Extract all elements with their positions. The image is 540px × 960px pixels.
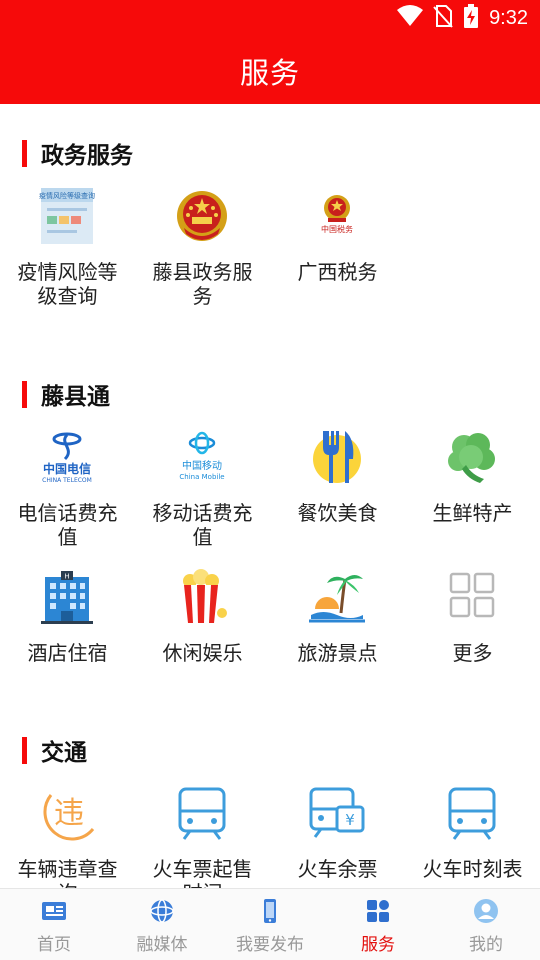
- violation-glyph: 违: [54, 796, 84, 831]
- tab-mine[interactable]: 我的: [432, 889, 540, 960]
- section-title-text: 交通: [41, 740, 87, 766]
- status-time: 9:32: [489, 6, 528, 29]
- section-title-tengxian: 藤县通: [22, 379, 110, 410]
- tab-label: 首页: [37, 935, 71, 955]
- national-emblem-icon: [174, 188, 230, 244]
- service-guangxi-tax[interactable]: 中国税务 广西税务: [270, 188, 405, 318]
- service-train-ticket-sale-time[interactable]: 火车票起售时间: [135, 785, 270, 888]
- status-icons: 9:32: [397, 4, 528, 32]
- services-content[interactable]: 政务服务 疫情风险等级查询 疫情风险等级查询 藤县政务服务 中国税务 广西税务 …: [0, 104, 540, 888]
- bottom-tab-bar: 首页 融媒体 我要发布 服务 我的: [0, 888, 540, 960]
- section-title-gov: 政务服务: [22, 138, 133, 169]
- service-label: 藤县政务服务: [152, 260, 253, 308]
- status-bar: 9:32: [0, 0, 540, 36]
- service-fresh-produce[interactable]: 生鲜特产: [405, 429, 540, 559]
- section-title-traffic: 交通: [22, 735, 87, 766]
- service-train-remaining-tickets[interactable]: ¥ 火车余票: [270, 785, 405, 888]
- tab-home[interactable]: 首页: [0, 889, 108, 960]
- section-title-text: 藤县通: [41, 384, 110, 410]
- service-telecom-recharge[interactable]: 中国电信 CHINA TELECOM 电信话费充值: [0, 429, 135, 559]
- popcorn-icon: [174, 569, 230, 625]
- service-label: 旅游景点: [297, 641, 378, 665]
- service-tengxian-gov[interactable]: 藤县政务服务: [135, 188, 270, 318]
- hotel-sign-text: H: [64, 573, 69, 581]
- service-more[interactable]: 更多: [405, 569, 540, 699]
- island-icon: [309, 569, 365, 625]
- section-accent-bar: [22, 736, 27, 764]
- wifi-icon: [397, 5, 424, 31]
- service-label: 酒店住宿: [27, 641, 108, 665]
- tab-label: 融媒体: [136, 935, 188, 955]
- service-label: 火车时刻表: [422, 857, 523, 881]
- epidemic-risk-query-icon: 疫情风险等级查询: [39, 188, 95, 244]
- section-accent-bar: [22, 139, 27, 167]
- tax-seal-text: 中国税务: [321, 224, 353, 234]
- service-label: 更多: [452, 641, 493, 665]
- tab-services[interactable]: 服务: [324, 889, 432, 960]
- service-hotel[interactable]: H 酒店住宿: [0, 569, 135, 699]
- train-icon: [444, 785, 500, 841]
- china-mobile-icon: 中国移动 China Mobile: [174, 429, 230, 485]
- mobile-logo-cn: 中国移动: [182, 459, 222, 472]
- tab-publish[interactable]: 我要发布: [216, 889, 324, 960]
- service-label: 休闲娱乐: [162, 641, 243, 665]
- service-label: 疫情风险等级查询: [17, 260, 118, 308]
- globe-icon: [149, 898, 175, 924]
- phone-icon: [257, 898, 283, 924]
- news-icon: [41, 898, 67, 924]
- user-icon: [473, 898, 499, 924]
- page-title: 服务: [239, 56, 300, 90]
- service-label: 火车票起售时间: [152, 857, 253, 888]
- tax-emblem-icon: 中国税务: [309, 188, 365, 244]
- ticket-yen-glyph: ¥: [345, 811, 355, 829]
- service-entertainment[interactable]: 休闲娱乐: [135, 569, 270, 699]
- battery-charging-icon: [463, 4, 479, 32]
- service-label: 车辆违章查询: [17, 857, 118, 888]
- hotel-icon: H: [39, 569, 95, 625]
- tab-label: 我要发布: [236, 935, 304, 955]
- service-mobile-recharge[interactable]: 中国移动 China Mobile 移动话费充值: [135, 429, 270, 559]
- more-grid-icon: [444, 569, 500, 625]
- service-label: 广西税务: [297, 260, 378, 284]
- service-label: 生鲜特产: [432, 501, 513, 525]
- service-label: 电信话费充值: [17, 501, 118, 549]
- no-sim-icon: [433, 4, 453, 32]
- service-catering[interactable]: 餐饮美食: [270, 429, 405, 559]
- grid-icon: [365, 898, 391, 924]
- tab-label: 服务: [361, 935, 395, 955]
- service-label: 移动话费充值: [152, 501, 253, 549]
- traffic-violation-icon: 违: [39, 785, 95, 841]
- train-ticket-icon: ¥: [309, 785, 365, 841]
- service-label: 火车余票: [297, 857, 378, 881]
- train-icon: [174, 785, 230, 841]
- tab-label: 我的: [469, 935, 503, 955]
- china-telecom-icon: 中国电信 CHINA TELECOM: [39, 429, 95, 485]
- service-label: 餐饮美食: [297, 501, 378, 525]
- telecom-logo-en: CHINA TELECOM: [42, 477, 92, 484]
- fork-knife-icon: [309, 429, 365, 485]
- broccoli-icon: [444, 429, 500, 485]
- telecom-logo-cn: 中国电信: [43, 461, 91, 476]
- service-train-timetable[interactable]: 火车时刻表: [405, 785, 540, 888]
- app-header: 服务: [0, 36, 540, 104]
- service-epidemic-risk-query[interactable]: 疫情风险等级查询 疫情风险等级查询: [0, 188, 135, 318]
- epidemic-banner-text: 疫情风险等级查询: [39, 191, 95, 200]
- section-title-text: 政务服务: [41, 143, 133, 169]
- section-accent-bar: [22, 380, 27, 408]
- service-scenic-spots[interactable]: 旅游景点: [270, 569, 405, 699]
- service-traffic-violation[interactable]: 违 车辆违章查询: [0, 785, 135, 888]
- tab-media[interactable]: 融媒体: [108, 889, 216, 960]
- mobile-logo-en: China Mobile: [179, 473, 224, 481]
